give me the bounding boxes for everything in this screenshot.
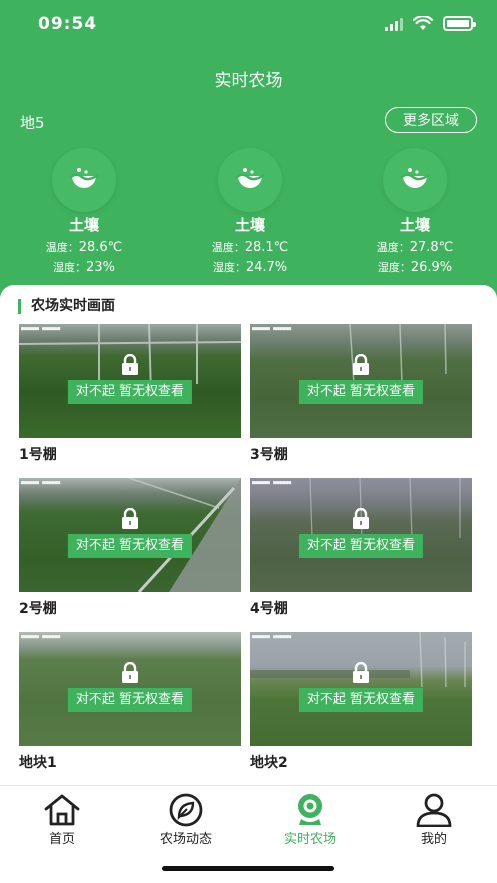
- camera-card-5[interactable]: ■■■■■■ ■■■■■■ 对不起 暂无权查看 地块1: [19, 632, 241, 772]
- camera-name: 4号棚: [250, 601, 288, 617]
- tab-farm-news[interactable]: 农场动态: [124, 792, 248, 847]
- camera-thumbnail: ■■■■■■ ■■■■■■ 对不起 暂无权查看: [19, 324, 241, 438]
- no-permission-label: 对不起 暂无权查看: [67, 380, 193, 404]
- camera-name: 地块2: [250, 755, 288, 771]
- camera-timestamp: ■■■■■■ ■■■■■■: [21, 634, 61, 640]
- camera-thumbnail: ■■■■■■ ■■■■■■ 对不起 暂无权查看: [250, 324, 472, 438]
- sensor-humidity: 湿度：26.9%: [377, 260, 453, 275]
- soil-icon: [52, 148, 116, 212]
- home-indicator: [162, 866, 334, 871]
- status-icons: [385, 16, 476, 31]
- wifi-icon: [413, 16, 433, 30]
- section-title: 农场实时画面: [18, 299, 115, 314]
- no-permission-label: 对不起 暂无权查看: [67, 534, 193, 558]
- status-time: 09:54: [38, 14, 98, 34]
- tab-label: 首页: [48, 832, 75, 847]
- camera-card-4[interactable]: ■■■■■■ ■■■■■■ 对不起 暂无权查看 4号棚: [250, 478, 472, 618]
- lock-icon: [353, 354, 369, 375]
- sensor-card-3: 土壤 温度：27.8℃ 湿度：26.9%: [345, 148, 485, 278]
- tab-label: 我的: [420, 832, 447, 847]
- sensor-humidity: 湿度：23%: [53, 260, 115, 275]
- sensor-humidity: 湿度：24.7%: [212, 260, 288, 275]
- lock-icon: [122, 354, 138, 375]
- soil-icon: [383, 148, 447, 212]
- sensor-name: 土壤: [68, 216, 99, 234]
- soil-icon: [218, 148, 282, 212]
- camera-thumbnail: ■■■■■■ ■■■■■■ 对不起 暂无权查看: [250, 478, 472, 592]
- tab-label: 实时农场: [283, 832, 336, 847]
- lock-icon: [122, 508, 138, 529]
- camera-timestamp: ■■■■■■ ■■■■■■: [21, 480, 61, 486]
- sensor-name: 土壤: [399, 216, 430, 234]
- signal-icon: [385, 17, 403, 31]
- sensor-temperature: 温度：27.8℃: [376, 240, 454, 255]
- tab-live-farm[interactable]: 实时农场: [248, 792, 372, 847]
- camera-thumbnail: ■■■■■■ ■■■■■■ 对不起 暂无权查看: [19, 632, 241, 746]
- more-areas-button[interactable]: 更多区域: [385, 107, 477, 133]
- camera-card-1[interactable]: ■■■■■■ ■■■■■■ 对不起 暂无权查看 1号棚: [19, 324, 241, 464]
- no-permission-label: 对不起 暂无权查看: [298, 534, 424, 558]
- status-bar: 09:54: [0, 0, 497, 50]
- page-title: 实时农场: [214, 71, 283, 91]
- camera-name: 3号棚: [250, 447, 288, 463]
- no-permission-label: 对不起 暂无权查看: [67, 688, 193, 712]
- lock-icon: [353, 662, 369, 683]
- camera-icon: [248, 792, 372, 828]
- camera-timestamp: ■■■■■■ ■■■■■■: [252, 480, 292, 486]
- live-feed-panel: 农场实时画面 ■■■■■■ ■■■■■■ 对不起 暂无权查看 1号棚 ■■■■■…: [0, 285, 497, 785]
- no-permission-label: 对不起 暂无权查看: [298, 380, 424, 404]
- camera-card-2[interactable]: ■■■■■■ ■■■■■■ 对不起 暂无权查看 2号棚: [19, 478, 241, 618]
- battery-icon: [443, 16, 476, 31]
- sensor-temperature: 温度：28.1℃: [211, 240, 289, 255]
- home-icon: [0, 792, 124, 828]
- camera-name: 2号棚: [19, 601, 57, 617]
- camera-thumbnail: ■■■■■■ ■■■■■■ 对不起 暂无权查看: [19, 478, 241, 592]
- camera-name: 1号棚: [19, 447, 57, 463]
- tab-label: 农场动态: [159, 832, 212, 847]
- area-label: 地5: [20, 114, 45, 132]
- camera-thumbnail: ■■■■■■ ■■■■■■ 对不起 暂无权查看: [250, 632, 472, 746]
- camera-timestamp: ■■■■■■ ■■■■■■: [21, 326, 61, 332]
- camera-card-6[interactable]: ■■■■■■ ■■■■■■ 对不起 暂无权查看 地块2: [250, 632, 472, 772]
- sensor-temperature: 温度：28.6℃: [45, 240, 123, 255]
- header: 09:54 实时农场 地5 更多区域 土壤 温度：28.6℃ 湿度：23% 土壤…: [0, 0, 497, 310]
- leaf-icon: [124, 792, 248, 828]
- sensor-card-1: 土壤 温度：28.6℃ 湿度：23%: [14, 148, 154, 278]
- sensor-name: 土壤: [234, 216, 265, 234]
- lock-icon: [353, 508, 369, 529]
- camera-name: 地块1: [19, 755, 57, 771]
- tab-home[interactable]: 首页: [0, 792, 124, 847]
- no-permission-label: 对不起 暂无权查看: [298, 688, 424, 712]
- camera-timestamp: ■■■■■■ ■■■■■■: [252, 634, 292, 640]
- tab-mine[interactable]: 我的: [372, 792, 496, 847]
- sensor-card-2: 土壤 温度：28.1℃ 湿度：24.7%: [180, 148, 320, 278]
- camera-timestamp: ■■■■■■ ■■■■■■: [252, 326, 292, 332]
- user-icon: [372, 792, 496, 828]
- camera-card-3[interactable]: ■■■■■■ ■■■■■■ 对不起 暂无权查看 3号棚: [250, 324, 472, 464]
- lock-icon: [122, 662, 138, 683]
